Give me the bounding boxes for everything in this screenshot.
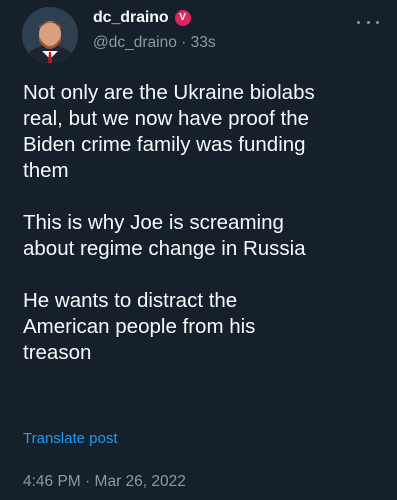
translate-post-link[interactable]: Translate post <box>23 430 118 447</box>
verified-badge-icon: V <box>174 10 191 26</box>
time-ago[interactable]: 33s <box>191 34 216 51</box>
post-time[interactable]: 4:46 PM <box>23 473 81 490</box>
separator: · <box>181 34 187 51</box>
separator: · <box>85 473 91 490</box>
handle[interactable]: @dc_draino <box>93 34 177 51</box>
name-row: dc_draino V <box>93 9 191 27</box>
more-options-icon[interactable] <box>357 14 379 30</box>
tweet-paragraph-2: This is why Joe is screaming about regim… <box>23 210 378 262</box>
tweet-text: Not only are the Ukraine biolabs real, b… <box>23 80 378 392</box>
verified-badge-glyph: V <box>179 12 186 23</box>
tweet-header: dc_draino V @dc_draino · 33s <box>0 0 397 70</box>
tweet-line: American people from his <box>23 315 256 338</box>
tweet-line: treason <box>23 341 92 364</box>
tweet-line: them <box>23 159 69 182</box>
handle-row: @dc_draino · 33s <box>93 34 216 52</box>
tweet-line: real, but we now have proof the <box>23 107 310 130</box>
tweet-line: about regime change in Russia <box>23 237 306 260</box>
more-dot <box>376 20 379 24</box>
tweet-line: Not only are the Ukraine biolabs <box>23 81 315 104</box>
more-dot <box>366 20 370 24</box>
tweet-line: Biden crime family was funding <box>23 133 306 156</box>
timestamp-row: 4:46 PM · Mar 26, 2022 <box>23 473 186 491</box>
tweet-line: This is why Joe is screaming <box>23 211 284 234</box>
tweet-paragraph-1: Not only are the Ukraine biolabs real, b… <box>23 80 378 184</box>
post-date[interactable]: Mar 26, 2022 <box>95 473 186 490</box>
more-dot <box>357 20 360 24</box>
tweet-paragraph-3: He wants to distract the American people… <box>23 288 378 366</box>
display-name[interactable]: dc_draino <box>93 9 169 27</box>
avatar[interactable] <box>22 7 78 63</box>
tweet-line: He wants to distract the <box>23 289 238 312</box>
profile-photo-icon <box>22 7 78 63</box>
